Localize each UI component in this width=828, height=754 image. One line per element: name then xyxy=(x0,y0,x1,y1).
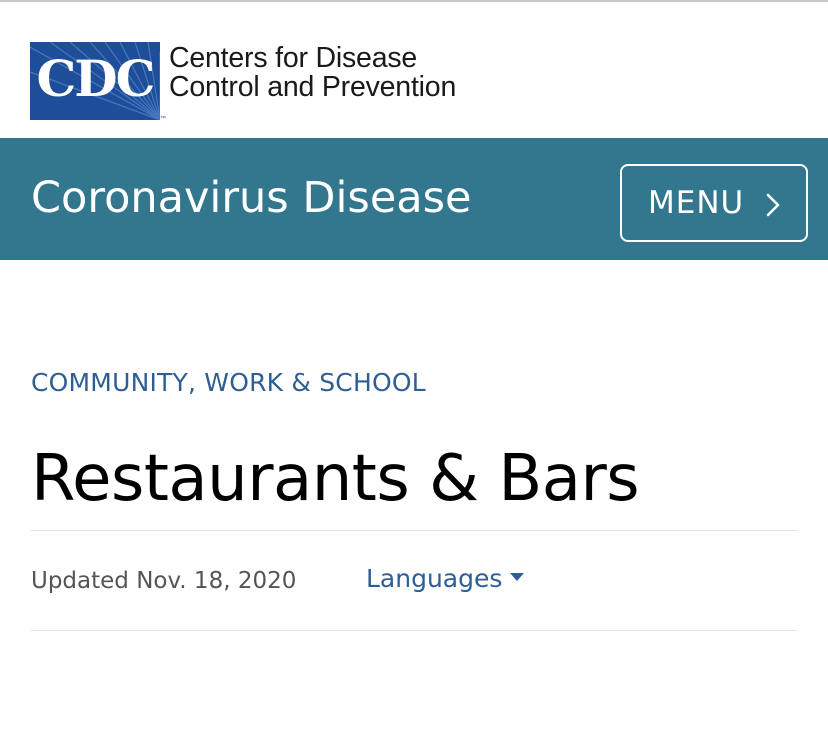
languages-label: Languages xyxy=(366,564,503,593)
menu-button[interactable]: MENU xyxy=(620,164,808,242)
chevron-right-icon xyxy=(762,190,784,217)
caret-down-icon xyxy=(510,573,525,581)
breadcrumb-category-link[interactable]: COMMUNITY, WORK & SCHOOL xyxy=(31,366,426,400)
org-name: Centers for Disease Control and Preventi… xyxy=(169,44,456,102)
divider xyxy=(31,630,797,631)
topic-banner: Coronavirus Disease MENU xyxy=(0,138,828,260)
page: CDC ™ Centers for Disease Control and Pr… xyxy=(0,0,828,754)
cdc-home-link[interactable]: CDC ™ Centers for Disease Control and Pr… xyxy=(30,42,456,122)
site-header: CDC ™ Centers for Disease Control and Pr… xyxy=(0,2,828,138)
topic-title[interactable]: Coronavirus Disease xyxy=(31,170,472,226)
divider xyxy=(31,530,797,531)
updated-date: Updated Nov. 18, 2020 xyxy=(31,568,297,594)
languages-dropdown[interactable]: Languages xyxy=(366,562,525,596)
page-title: Restaurants & Bars xyxy=(31,442,640,516)
org-name-line1: Centers for Disease xyxy=(169,42,418,74)
org-name-line2: Control and Prevention xyxy=(169,71,457,103)
trademark-mark: ™ xyxy=(160,116,166,122)
cdc-logo: CDC xyxy=(30,42,160,120)
menu-button-label: MENU xyxy=(648,185,745,221)
cdc-logo-letters: CDC xyxy=(36,49,156,108)
